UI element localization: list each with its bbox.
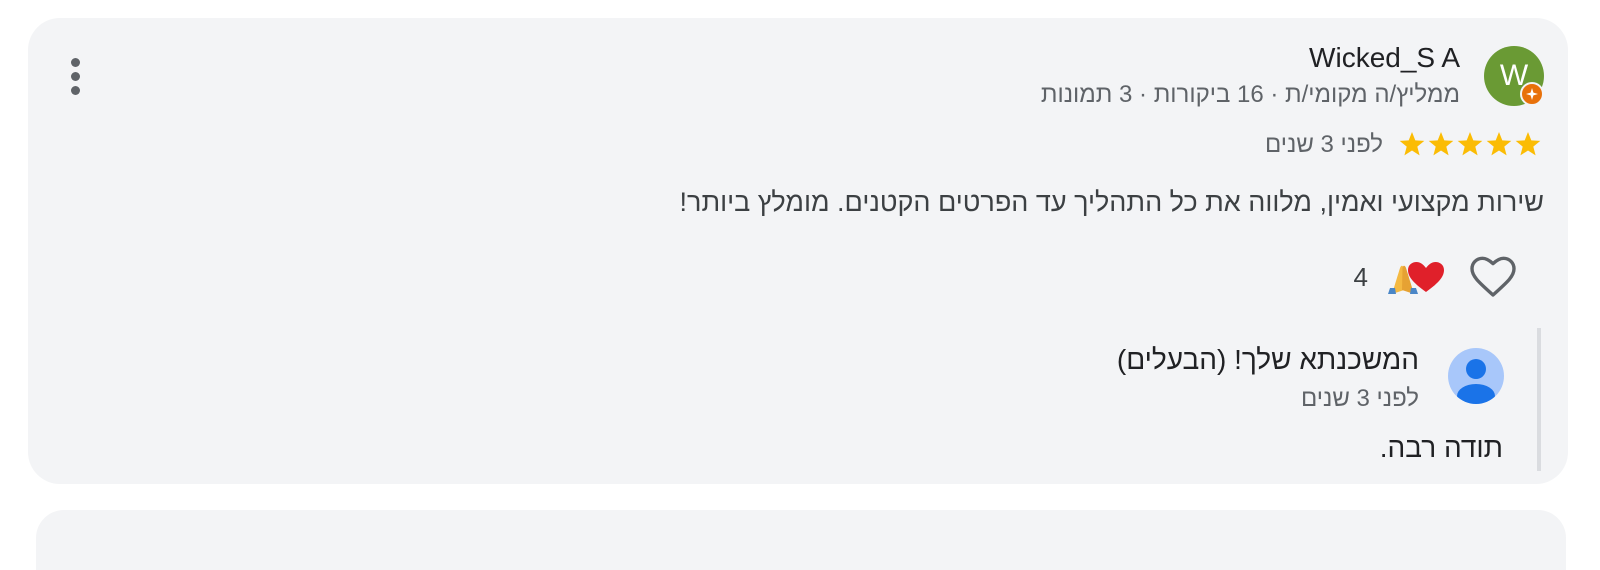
reviewer-name[interactable]: Wicked_S A bbox=[1309, 42, 1460, 74]
person-icon bbox=[1448, 348, 1504, 404]
review-date: לפני 3 שנים bbox=[1264, 131, 1383, 158]
owner-name: המשכנתא שלך! (הבעלים) bbox=[1116, 344, 1419, 375]
next-review-card bbox=[36, 510, 1566, 570]
star-icon bbox=[1428, 132, 1454, 156]
local-guide-badge-icon bbox=[1520, 82, 1544, 106]
heart-outline-icon[interactable] bbox=[1470, 255, 1516, 299]
owner-reply-text: תודה רבה. bbox=[1379, 432, 1503, 463]
review-text: שירות מקצועי ואמין, מלווה את כל התהליך ע… bbox=[679, 187, 1544, 217]
reply-divider bbox=[1537, 328, 1541, 471]
reaction-count: 4 bbox=[1353, 262, 1368, 292]
reactions[interactable] bbox=[1382, 260, 1446, 296]
owner-reply-date: לפני 3 שנים bbox=[1300, 385, 1419, 412]
star-rating bbox=[1398, 130, 1544, 160]
star-icon bbox=[1399, 132, 1425, 156]
star-icon bbox=[1457, 132, 1483, 156]
more-options-icon[interactable] bbox=[60, 56, 92, 98]
star-icon bbox=[1515, 132, 1541, 156]
star-icon bbox=[1486, 132, 1512, 156]
reviewer-meta: ממליץ/ה מקומי/ת · 16 ביקורות · 3 תמונות bbox=[1040, 81, 1460, 108]
heart-reaction-icon bbox=[1408, 262, 1444, 292]
